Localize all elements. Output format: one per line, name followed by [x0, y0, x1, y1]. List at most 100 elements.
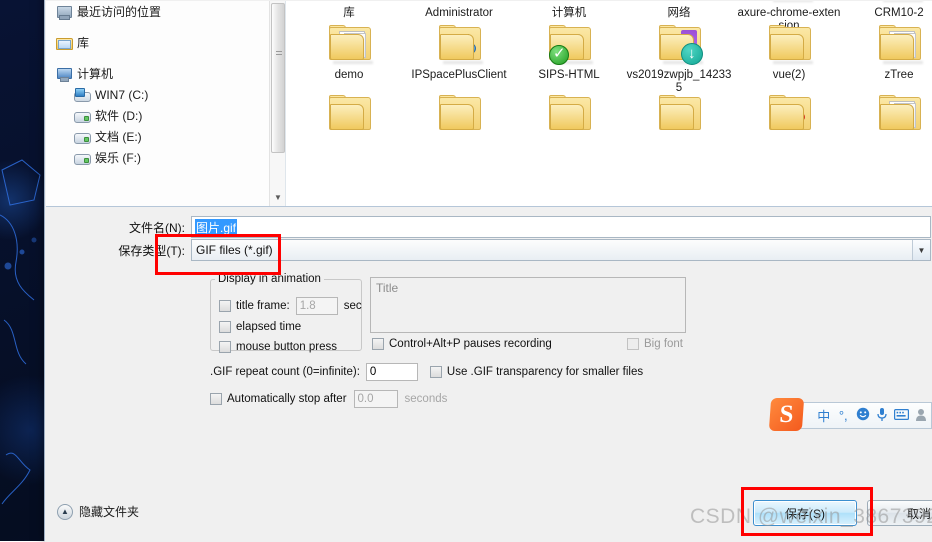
navigation-sidebar[interactable]: 最近访问的位置 库 计算机 WIN7 (C:) 软件 (D:) 文档 (E:) …: [46, 1, 286, 206]
title-placeholder: Title: [376, 281, 399, 295]
gif-transparency-label: Use .GIF transparency for smaller files: [446, 366, 644, 378]
file-label: CRM10-2: [874, 7, 924, 19]
checkbox-icon: [219, 321, 231, 333]
title-frame-input[interactable]: 1.8: [295, 297, 338, 315]
elapsed-time-checkbox[interactable]: elapsed time: [219, 321, 301, 333]
file-label: demo: [334, 69, 364, 81]
repeat-count-input[interactable]: 0: [365, 363, 418, 381]
auto-stop-unit: seconds: [404, 393, 448, 405]
file-list[interactable]: 库 Administrator 计算机 网络 axure-chrome-exte…: [286, 1, 932, 206]
scrollbar-grip-icon: [276, 51, 282, 57]
sidebar-item-drive-f[interactable]: 娱乐 (F:): [52, 147, 285, 168]
filetype-select-value: GIF files (*.gif): [196, 243, 273, 257]
pause-hotkey-checkbox[interactable]: Control+Alt+P pauses recording: [372, 338, 552, 350]
folder-icon: [653, 91, 705, 137]
chevron-up-icon: ▲: [57, 503, 73, 520]
filename-input-value: 图片.gif: [195, 218, 238, 236]
sidebar-item-computer[interactable]: 计算机: [52, 63, 285, 84]
title-frame-label: title frame:: [236, 300, 290, 312]
browse-area: 最近访问的位置 库 计算机 WIN7 (C:) 软件 (D:) 文档 (E:) …: [46, 1, 932, 207]
filetype-select[interactable]: GIF files (*.gif) ▼: [191, 239, 931, 261]
sidebar-item-recent-places[interactable]: 最近访问的位置: [52, 1, 285, 22]
drive-icon: [74, 150, 91, 166]
gif-options-panel: Display in animation title frame: 1.8 se…: [210, 273, 690, 408]
ime-microphone-icon[interactable]: [873, 407, 893, 425]
auto-stop-input[interactable]: 0.0: [353, 390, 398, 408]
sidebar-item-label: WIN7 (C:): [95, 87, 149, 102]
file-label: 库: [343, 7, 355, 19]
ime-emoji-icon[interactable]: [853, 407, 873, 424]
sidebar-item-label: 文档 (E:): [95, 130, 142, 144]
sidebar-item-drive-e[interactable]: 文档 (E:): [52, 126, 285, 147]
sync-check-icon: [549, 44, 569, 65]
gif-transparency-checkbox[interactable]: Use .GIF transparency for smaller files: [429, 366, 644, 378]
sidebar-scrollbar-thumb[interactable]: [271, 3, 285, 153]
title-frame-checkbox[interactable]: title frame:: [219, 300, 290, 312]
scroll-down-arrow-icon[interactable]: ▼: [270, 189, 285, 206]
sidebar-item-drive-c[interactable]: WIN7 (C:): [52, 84, 285, 105]
file-label: zTree: [884, 69, 914, 81]
csdn-watermark: CSDN @weixin_38673922: [690, 505, 932, 528]
repeat-count-label: .GIF repeat count (0=infinite):: [210, 366, 360, 378]
list-item[interactable]: [514, 91, 624, 187]
list-item[interactable]: [734, 91, 844, 187]
sidebar-item-drive-d[interactable]: 软件 (D:): [52, 105, 285, 126]
file-label: 网络: [667, 7, 691, 19]
list-item[interactable]: [404, 91, 514, 187]
folder-icon: [873, 1, 925, 5]
drive-icon: [74, 108, 91, 124]
pause-hotkey-label: Control+Alt+P pauses recording: [389, 338, 552, 350]
mouse-button-press-checkbox[interactable]: mouse button press: [219, 341, 337, 353]
folder-synced-icon: [543, 21, 595, 67]
folder-icon: [433, 21, 485, 67]
auto-stop-checkbox[interactable]: Automatically stop after: [210, 393, 347, 405]
list-item[interactable]: [294, 91, 404, 187]
network-icon: [653, 1, 705, 5]
big-font-label: Big font: [644, 338, 683, 350]
folder-icon: [433, 91, 485, 137]
sidebar-item-label: 最近访问的位置: [77, 5, 162, 19]
ime-user-icon[interactable]: [912, 408, 932, 424]
download-badge-icon: [681, 43, 703, 65]
list-item[interactable]: [844, 91, 932, 187]
ime-mode-button[interactable]: 中: [814, 406, 834, 425]
folder-icon: [873, 21, 925, 67]
hide-folders-label: 隐藏文件夹: [79, 505, 140, 519]
display-in-animation-group: Display in animation title frame: 1.8 se…: [210, 273, 362, 353]
sogou-ime-logo[interactable]: S: [768, 398, 805, 431]
big-font-checkbox[interactable]: Big font: [627, 338, 683, 350]
file-label: IPSpacePlusClient: [411, 69, 507, 81]
sidebar-item-library[interactable]: 库: [52, 32, 285, 53]
save-as-dialog: 最近访问的位置 库 计算机 WIN7 (C:) 软件 (D:) 文档 (E:) …: [44, 0, 932, 542]
checkbox-icon: [627, 338, 639, 350]
group-title: Display in animation: [218, 273, 321, 285]
folder-download-icon: [653, 21, 705, 67]
file-label: SIPS-HTML: [538, 69, 600, 81]
ime-toolbar[interactable]: 中 °,: [797, 402, 932, 429]
checkbox-icon: [219, 341, 231, 353]
elapsed-time-label: elapsed time: [236, 321, 302, 333]
folder-icon: [323, 91, 375, 137]
filename-label: 文件名(N):: [129, 220, 185, 235]
file-label: Administrator: [425, 7, 493, 19]
mouse-button-press-label: mouse button press: [236, 341, 338, 353]
hide-folders-toggle[interactable]: ▲ 隐藏文件夹: [57, 503, 139, 520]
folder-icon: [323, 21, 375, 67]
folder-icon: [763, 1, 815, 5]
filename-input[interactable]: 图片.gif: [191, 216, 931, 238]
sidebar-scrollbar[interactable]: ▼: [269, 1, 285, 206]
chevron-down-icon[interactable]: ▼: [912, 240, 930, 260]
checkbox-icon: [210, 393, 222, 405]
list-item[interactable]: [624, 91, 734, 187]
ime-punctuation-button[interactable]: °,: [834, 408, 854, 423]
ime-keyboard-icon[interactable]: [892, 408, 912, 423]
drive-icon: [74, 129, 91, 145]
title-textarea[interactable]: Title: [370, 277, 686, 333]
title-frame-unit: sec: [343, 300, 362, 312]
filetype-row: 保存类型(T): GIF files (*.gif) ▼: [105, 239, 931, 261]
computer-icon: [543, 1, 595, 5]
title-frame-value: 1.8: [299, 300, 316, 312]
user-folder-icon: [433, 1, 485, 5]
filename-row: 文件名(N): 图片.gif: [105, 216, 931, 238]
